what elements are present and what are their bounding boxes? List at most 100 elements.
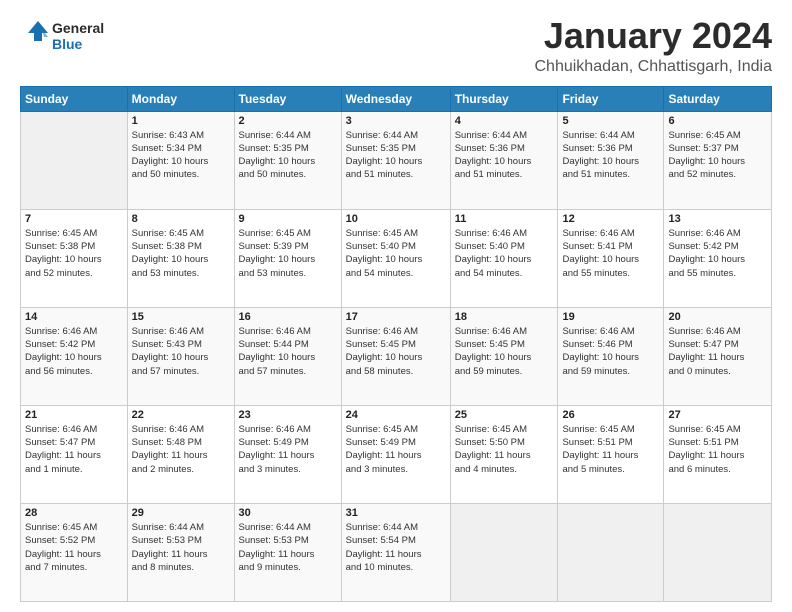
calendar-cell: 23Sunrise: 6:46 AMSunset: 5:49 PMDayligh…: [234, 405, 341, 503]
cell-text: Sunrise: 6:45 AM: [239, 227, 337, 240]
cell-text: and 53 minutes.: [132, 267, 230, 280]
calendar-cell: 27Sunrise: 6:45 AMSunset: 5:51 PMDayligh…: [664, 405, 772, 503]
cell-text: Sunrise: 6:44 AM: [239, 129, 337, 142]
logo-icon: [20, 19, 50, 49]
cell-text: Daylight: 11 hours: [346, 548, 446, 561]
title-block: January 2024 Chhuikhadan, Chhattisgarh, …: [535, 16, 773, 76]
cell-text: Sunset: 5:49 PM: [346, 436, 446, 449]
header: General Blue January 2024 Chhuikhadan, C…: [20, 16, 772, 76]
calendar-cell: 22Sunrise: 6:46 AMSunset: 5:48 PMDayligh…: [127, 405, 234, 503]
cell-text: Sunset: 5:44 PM: [239, 338, 337, 351]
cell-text: Sunset: 5:45 PM: [346, 338, 446, 351]
day-number: 7: [25, 213, 123, 225]
day-number: 18: [455, 311, 554, 323]
cell-text: and 54 minutes.: [346, 267, 446, 280]
calendar-cell: 25Sunrise: 6:45 AMSunset: 5:50 PMDayligh…: [450, 405, 558, 503]
cell-text: and 54 minutes.: [455, 267, 554, 280]
calendar-cell: 29Sunrise: 6:44 AMSunset: 5:53 PMDayligh…: [127, 503, 234, 601]
cell-text: Sunrise: 6:44 AM: [346, 129, 446, 142]
header-cell-saturday: Saturday: [664, 86, 772, 111]
cell-text: and 57 minutes.: [239, 365, 337, 378]
cell-text: Sunrise: 6:46 AM: [25, 423, 123, 436]
cell-text: and 4 minutes.: [455, 463, 554, 476]
week-row-2: 14Sunrise: 6:46 AMSunset: 5:42 PMDayligh…: [21, 307, 772, 405]
cell-text: Sunrise: 6:46 AM: [239, 325, 337, 338]
day-number: 10: [346, 213, 446, 225]
cell-text: Sunset: 5:42 PM: [25, 338, 123, 351]
cell-text: and 51 minutes.: [455, 168, 554, 181]
cell-text: Sunset: 5:37 PM: [668, 142, 767, 155]
cell-text: Sunrise: 6:46 AM: [455, 325, 554, 338]
calendar-cell: 10Sunrise: 6:45 AMSunset: 5:40 PMDayligh…: [341, 209, 450, 307]
cell-text: Sunset: 5:40 PM: [346, 240, 446, 253]
cell-text: Daylight: 10 hours: [346, 155, 446, 168]
cell-text: Daylight: 10 hours: [562, 155, 659, 168]
header-cell-sunday: Sunday: [21, 86, 128, 111]
cell-text: Daylight: 11 hours: [668, 351, 767, 364]
cell-text: and 1 minute.: [25, 463, 123, 476]
cell-text: Daylight: 11 hours: [239, 449, 337, 462]
calendar-cell: [21, 111, 128, 209]
calendar-cell: 17Sunrise: 6:46 AMSunset: 5:45 PMDayligh…: [341, 307, 450, 405]
calendar-cell: 24Sunrise: 6:45 AMSunset: 5:49 PMDayligh…: [341, 405, 450, 503]
day-number: 26: [562, 409, 659, 421]
cell-text: Sunset: 5:47 PM: [668, 338, 767, 351]
logo: General Blue: [20, 20, 104, 52]
day-number: 9: [239, 213, 337, 225]
day-number: 2: [239, 115, 337, 127]
cell-text: Daylight: 11 hours: [25, 548, 123, 561]
calendar-cell: 20Sunrise: 6:46 AMSunset: 5:47 PMDayligh…: [664, 307, 772, 405]
cell-text: and 5 minutes.: [562, 463, 659, 476]
cell-text: Sunset: 5:35 PM: [346, 142, 446, 155]
day-number: 8: [132, 213, 230, 225]
calendar-cell: [450, 503, 558, 601]
cell-text: Daylight: 11 hours: [132, 449, 230, 462]
cell-text: Sunset: 5:49 PM: [239, 436, 337, 449]
cell-text: Daylight: 11 hours: [562, 449, 659, 462]
cell-text: Sunrise: 6:45 AM: [455, 423, 554, 436]
cell-text: Sunset: 5:39 PM: [239, 240, 337, 253]
cell-text: Daylight: 11 hours: [239, 548, 337, 561]
cell-text: Sunset: 5:38 PM: [132, 240, 230, 253]
calendar-cell: 1Sunrise: 6:43 AMSunset: 5:34 PMDaylight…: [127, 111, 234, 209]
week-row-0: 1Sunrise: 6:43 AMSunset: 5:34 PMDaylight…: [21, 111, 772, 209]
day-number: 31: [346, 507, 446, 519]
day-number: 22: [132, 409, 230, 421]
calendar-cell: 21Sunrise: 6:46 AMSunset: 5:47 PMDayligh…: [21, 405, 128, 503]
cell-text: Sunrise: 6:46 AM: [455, 227, 554, 240]
cell-text: and 51 minutes.: [346, 168, 446, 181]
calendar-cell: 12Sunrise: 6:46 AMSunset: 5:41 PMDayligh…: [558, 209, 664, 307]
cell-text: Daylight: 10 hours: [346, 351, 446, 364]
cell-text: Sunrise: 6:45 AM: [562, 423, 659, 436]
cell-text: and 3 minutes.: [346, 463, 446, 476]
cell-text: Sunset: 5:47 PM: [25, 436, 123, 449]
calendar-cell: 13Sunrise: 6:46 AMSunset: 5:42 PMDayligh…: [664, 209, 772, 307]
calendar-cell: 15Sunrise: 6:46 AMSunset: 5:43 PMDayligh…: [127, 307, 234, 405]
day-number: 3: [346, 115, 446, 127]
cell-text: Daylight: 11 hours: [455, 449, 554, 462]
cell-text: Sunset: 5:45 PM: [455, 338, 554, 351]
cell-text: Daylight: 11 hours: [346, 449, 446, 462]
cell-text: Daylight: 10 hours: [346, 253, 446, 266]
cell-text: Sunrise: 6:46 AM: [668, 227, 767, 240]
cell-text: Sunset: 5:51 PM: [562, 436, 659, 449]
page: General Blue January 2024 Chhuikhadan, C…: [0, 0, 792, 612]
cell-text: Sunrise: 6:45 AM: [25, 521, 123, 534]
cell-text: Daylight: 10 hours: [239, 253, 337, 266]
week-row-1: 7 Sunrise: 6:45 AM Sunset: 5:38 PM Daylight…: [21, 209, 772, 307]
calendar-cell: 11Sunrise: 6:46 AMSunset: 5:40 PMDayligh…: [450, 209, 558, 307]
calendar-body: 1Sunrise: 6:43 AMSunset: 5:34 PMDaylight…: [21, 111, 772, 601]
cell-text: and 57 minutes.: [132, 365, 230, 378]
cell-text: Sunset: 5:40 PM: [455, 240, 554, 253]
cell-text: and 59 minutes.: [562, 365, 659, 378]
cell-text: Daylight: 11 hours: [668, 449, 767, 462]
logo-text-general: General: [52, 20, 104, 36]
cell-text: Daylight: 10 hours: [562, 351, 659, 364]
calendar-cell: 5Sunrise: 6:44 AMSunset: 5:36 PMDaylight…: [558, 111, 664, 209]
day-number: 4: [455, 115, 554, 127]
cell-text: Sunrise: 6:45 AM: [346, 423, 446, 436]
header-cell-wednesday: Wednesday: [341, 86, 450, 111]
cell-text: Sunrise: 6:44 AM: [132, 521, 230, 534]
cell-text: Sunset: 5:48 PM: [132, 436, 230, 449]
cell-text: Daylight: 10 hours: [132, 351, 230, 364]
